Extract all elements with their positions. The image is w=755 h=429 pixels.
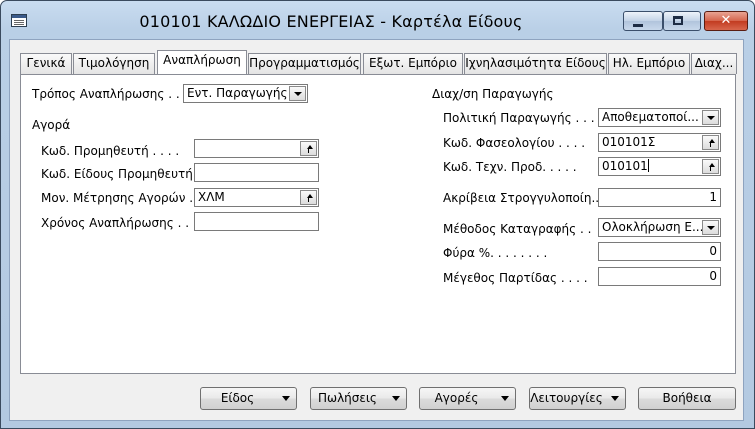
tab-general[interactable]: Γενικά [20,53,72,74]
purch-uom-field[interactable]: ΧΛΜ [194,188,319,207]
dropdown-arrow-icon[interactable] [702,220,719,235]
flushing-method-select[interactable]: Ολοκλήρωση Ε... [598,218,721,237]
close-icon: ✕ [720,13,732,28]
replenishment-method-value: Εντ. Παραγωγής [187,86,288,100]
vendor-item-code-field[interactable] [194,163,319,182]
purchase-section-label: Αγορά [32,118,71,132]
window-title: 010101 ΚΑΛΩΔΙΟ ΕΝΕΡΓΕΙΑΣ - Καρτέλα Είδου… [139,12,523,31]
routing-field[interactable]: 010101Σ [598,133,721,152]
sales-menu-label: Πωλήσεις [318,391,377,405]
flushing-method-label: Μέθοδος Καταγραφής . . [443,222,592,236]
item-card-window: 010101 ΚΑΛΩΔΙΟ ΕΝΕΡΓΕΙΑΣ - Καρτέλα Είδου… [0,0,755,429]
close-button[interactable]: ✕ [704,11,748,31]
sales-menu-button[interactable]: Πωλήσεις [310,387,407,410]
dropdown-arrow-icon[interactable] [702,110,719,125]
lead-time-label: Χρόνος Αναπλήρωσης . . [41,216,190,230]
tab-item-tracing[interactable]: Ιχνηλασιμότητα Είδους [464,53,607,74]
lead-time-field[interactable] [194,212,319,231]
text-cursor [647,159,649,172]
purch-uom-label: Μον. Μέτρησης Αγορών . [41,191,194,205]
tab-e-commerce[interactable]: Ηλ. Εμπόριο [608,53,690,74]
lookup-arrow-icon[interactable] [300,141,317,156]
purchases-menu-label: Αγορές [434,391,479,405]
lot-size-field[interactable]: 0 [598,267,721,286]
bom-label: Κωδ. Τεχν. Προδ. . . . . [443,160,577,174]
lot-size-label: Μέγεθος Παρτίδας . . . . [443,271,588,285]
item-menu-button[interactable]: Είδος [200,387,297,410]
purchases-menu-button[interactable]: Αγορές [419,387,516,410]
rounding-precision-label: Ακρίβεια Στρογγυλοποίη... [443,191,603,205]
tab-foreign-trade[interactable]: Εξωτ. Εμπόριο [363,53,463,74]
functions-menu-label: Λειτουργίες [530,391,603,405]
chevron-down-icon [501,396,509,401]
maximize-button[interactable] [663,11,701,31]
replenishment-method-select[interactable]: Εντ. Παραγωγής [183,84,308,103]
vendor-item-code-label: Κωδ. Είδους Προμηθευτή . [41,167,201,181]
routing-value: 010101Σ [602,135,656,149]
functions-menu-button[interactable]: Λειτουργίες [529,387,626,410]
routing-label: Κωδ. Φασεολογίου . . . . [443,136,586,150]
item-menu-label: Είδος [220,391,255,405]
scrap-percent-field[interactable]: 0 [598,242,721,261]
mfg-policy-label: Πολιτική Παραγωγής . . . [443,111,595,125]
bom-value: 010101 [602,159,648,173]
lookup-arrow-icon[interactable] [300,190,317,205]
scrap-percent-label: Φύρα %. . . . . . . . [443,246,548,260]
bom-field[interactable]: 010101 [598,157,721,176]
tab-warehouse[interactable]: Διαχ... [691,53,737,74]
mfg-policy-value: Αποθεματοποί... [602,110,699,124]
chevron-down-icon [611,396,619,401]
title-bar[interactable]: 010101 ΚΑΛΩΔΙΟ ΕΝΕΡΓΕΙΑΣ - Καρτέλα Είδου… [1,1,754,39]
rounding-precision-field[interactable]: 1 [598,188,721,207]
tab-replenishment[interactable]: Αναπλήρωση [157,50,247,74]
vendor-code-field[interactable] [194,139,319,158]
maximize-icon [664,12,700,30]
chevron-down-icon [282,396,290,401]
help-label: Βοήθεια [662,391,712,405]
replenishment-method-label: Τρόπος Αναπλήρωσης . . [32,87,180,101]
lookup-arrow-icon[interactable] [702,135,719,150]
flushing-method-value: Ολοκλήρωση Ε... [602,220,704,234]
minimize-button[interactable] [623,11,663,31]
purch-uom-value: ΧΛΜ [198,190,225,204]
production-section-label: Διαχ/ση Παραγωγής [432,87,554,101]
tab-invoicing[interactable]: Τιμολόγηση [73,53,155,74]
tab-planning[interactable]: Προγραμματισμός [248,53,361,74]
mfg-policy-select[interactable]: Αποθεματοποί... [598,108,721,127]
vendor-code-label: Κωδ. Προμηθευτή . . . . [41,144,180,158]
chevron-down-icon [392,396,400,401]
dropdown-arrow-icon[interactable] [289,86,306,101]
help-button[interactable]: Βοήθεια [638,387,736,410]
lookup-arrow-icon[interactable] [702,159,719,174]
minimize-icon [624,12,662,30]
